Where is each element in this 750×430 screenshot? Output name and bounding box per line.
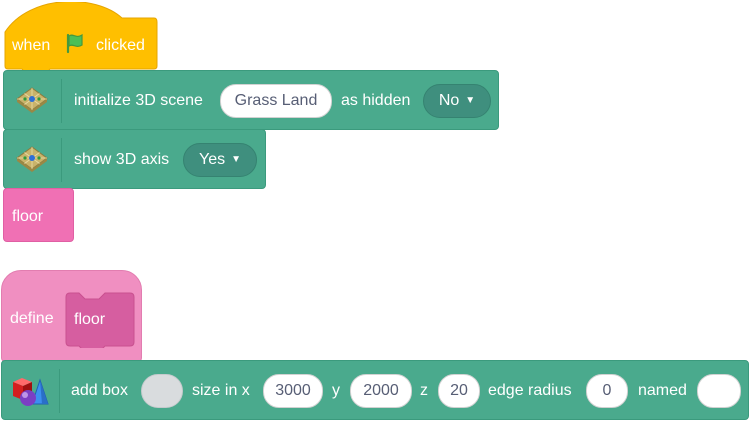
add-box-label: add box (71, 382, 128, 399)
edge-radius-label: edge radius (488, 382, 572, 399)
define-floor-hat-block[interactable]: define floor (1, 270, 142, 362)
floor-call-block[interactable]: floor (3, 188, 74, 242)
add-box-block[interactable]: add box size in x 3000 y 2000 z 20 edge … (1, 360, 749, 420)
axis-dropdown-value: Yes (198, 151, 226, 168)
show-axis-label: show 3D axis (74, 151, 170, 168)
hat-clicked-label: clicked (96, 37, 145, 54)
name-input[interactable] (697, 374, 741, 408)
proc-prototype-block[interactable]: floor (65, 292, 135, 348)
dropdown-caret-icon: ▼ (465, 95, 476, 106)
show-3d-axis-block[interactable]: show 3D axis Yes ▼ (3, 129, 266, 189)
3d-shapes-icon (10, 374, 50, 415)
z-size-input[interactable]: 20 (438, 374, 480, 408)
define-label: define (10, 310, 54, 327)
3d-grid-tile-icon (14, 85, 50, 120)
when-flag-clicked-hat-block[interactable]: when clicked (4, 2, 158, 70)
icon-separator (61, 138, 62, 182)
hidden-dropdown[interactable]: No ▼ (423, 84, 491, 118)
floor-call-label: floor (12, 208, 44, 225)
y-label: y (332, 382, 340, 399)
x-size-value: 3000 (275, 382, 311, 399)
z-size-value: 20 (450, 382, 468, 399)
3d-grid-tile-icon (14, 144, 50, 179)
edge-radius-value: 0 (602, 382, 612, 399)
hat-when-label: when (12, 37, 51, 54)
dropdown-caret-icon: ▼ (231, 154, 241, 165)
scene-name-value: Grass Land (234, 92, 318, 109)
initialize-3d-scene-block[interactable]: initialize 3D scene Grass Land as hidden… (3, 70, 499, 130)
named-label: named (638, 382, 687, 399)
icon-separator (61, 79, 62, 123)
x-size-input[interactable]: 3000 (263, 374, 323, 408)
y-size-value: 2000 (363, 382, 399, 399)
icon-separator (59, 369, 60, 413)
green-flag-icon (64, 32, 86, 59)
y-size-input[interactable]: 2000 (350, 374, 412, 408)
axis-dropdown[interactable]: Yes ▼ (183, 143, 257, 177)
color-input[interactable] (141, 374, 183, 408)
size-in-x-label: size in x (192, 382, 250, 399)
scene-name-input[interactable]: Grass Land (220, 84, 332, 118)
edge-radius-input[interactable]: 0 (586, 374, 628, 408)
z-label: z (420, 382, 428, 399)
initialize-scene-label: initialize 3D scene (74, 92, 203, 109)
proc-name-label: floor (74, 311, 106, 328)
as-hidden-label: as hidden (341, 92, 411, 109)
hidden-dropdown-value: No (438, 92, 460, 109)
